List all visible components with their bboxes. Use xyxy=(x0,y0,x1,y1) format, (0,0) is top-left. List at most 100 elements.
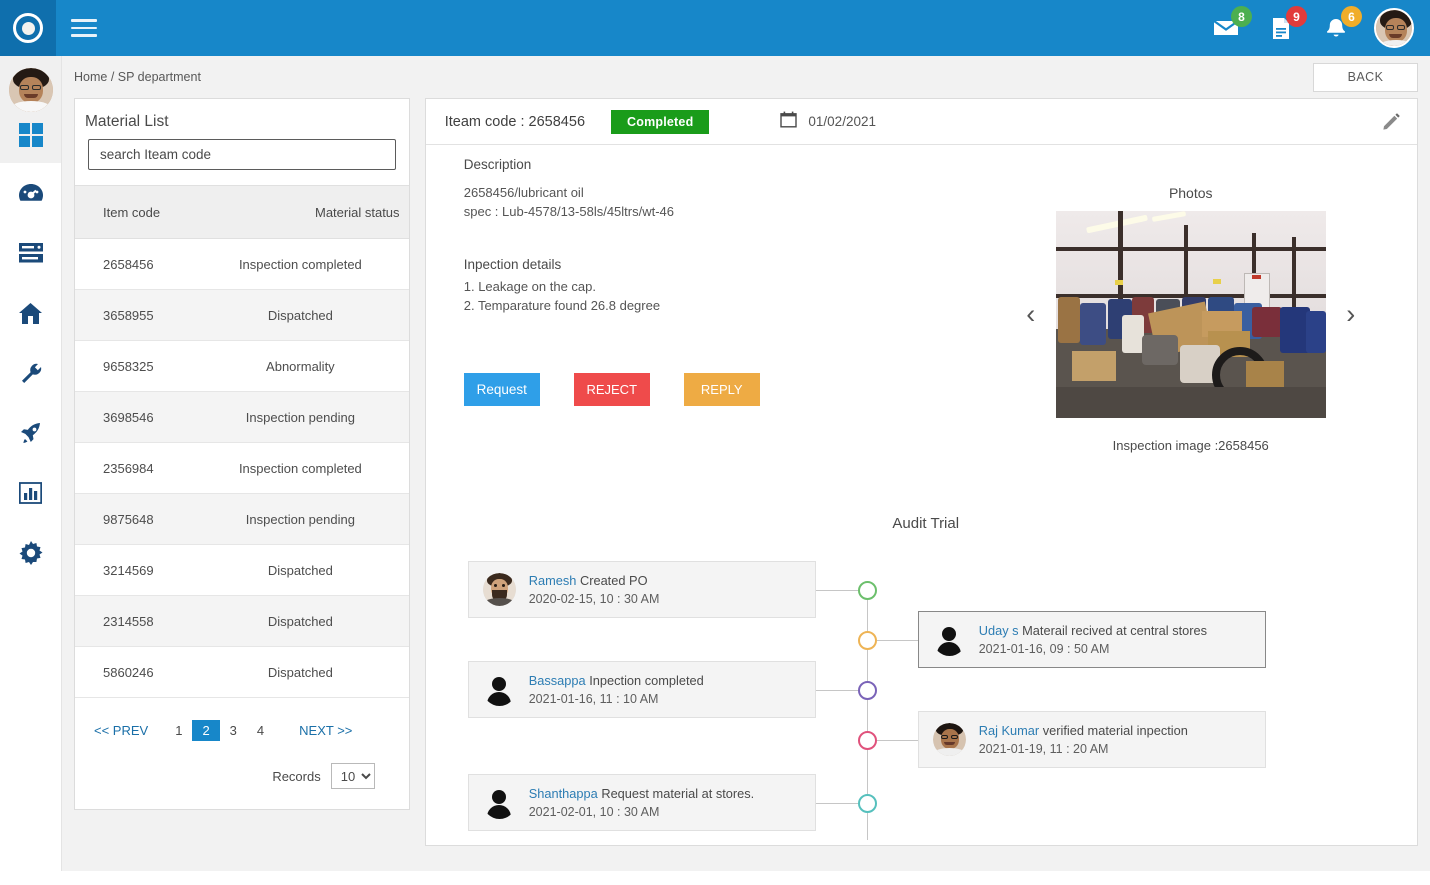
bell-icon[interactable]: 6 xyxy=(1319,6,1362,45)
audit-event-text: Uday s Materail recived at central store… xyxy=(979,622,1207,658)
table-row[interactable]: 3658955 Dispatched xyxy=(75,289,409,341)
back-button[interactable]: BACK xyxy=(1313,62,1418,92)
cell-material-status: Inspection pending xyxy=(205,493,409,545)
audit-event-user[interactable]: Ramesh xyxy=(529,573,577,588)
cell-item-code: 2658456 xyxy=(75,238,205,290)
audit-event-timestamp: 2021-02-01, 10 : 30 AM xyxy=(528,804,660,819)
cell-item-code: 5860246 xyxy=(75,646,205,698)
audit-event-timestamp: 2020-02-15, 10 : 30 AM xyxy=(528,591,660,606)
envelope-icon[interactable]: 8 xyxy=(1209,6,1252,45)
description-title: Description xyxy=(463,157,532,172)
avatar[interactable] xyxy=(1374,8,1414,48)
sidebar-item-server-list[interactable] xyxy=(0,223,61,283)
avatar xyxy=(482,786,516,819)
table-row[interactable]: 2314558 Dispatched xyxy=(75,595,409,647)
detail-item-code: Iteam code : 2658456 xyxy=(444,113,586,130)
audit-event-card[interactable]: Shanthappa Request material at stores. 20… xyxy=(467,774,816,831)
reject-button[interactable]: REJECT xyxy=(573,373,650,406)
bar-chart-icon xyxy=(19,482,42,504)
pagination-page-1[interactable]: 1 xyxy=(165,720,192,741)
reply-button[interactable]: REPLY xyxy=(683,373,760,406)
table-row[interactable]: 9658325 Abnormality xyxy=(75,340,409,392)
audit-event-card[interactable]: Ramesh Created PO 2020-02-15, 10 : 30 AM xyxy=(467,561,816,618)
document-icon[interactable]: 9 xyxy=(1264,6,1307,45)
pagination-page-3[interactable]: 3 xyxy=(220,720,247,741)
photos-title: Photos xyxy=(1168,185,1213,201)
inspection-photo[interactable] xyxy=(1055,211,1326,418)
pagination: << PREV 1234 NEXT >> Records 102550100 xyxy=(75,698,409,809)
avatar xyxy=(482,573,516,606)
pencil-edit-icon[interactable] xyxy=(1379,110,1403,134)
document-badge-count: 9 xyxy=(1286,6,1307,27)
request-button[interactable]: Request xyxy=(463,373,540,406)
chevron-right-icon[interactable]: › xyxy=(1342,301,1360,328)
audit-event-card[interactable]: Raj Kumar verified material inpection 202… xyxy=(917,711,1266,768)
table-row[interactable]: 5860246 Dispatched xyxy=(75,646,409,698)
sidebar-avatar[interactable] xyxy=(8,68,53,112)
audit-event-card[interactable]: Bassappa Inpection completed 2021-01-16, … xyxy=(467,661,816,718)
photo-caption: Inspection image :2658456 xyxy=(1112,438,1269,453)
hamburger-menu-icon[interactable] xyxy=(56,0,112,56)
audit-event-text: Shanthappa Request material at stores. 20… xyxy=(529,785,755,821)
audit-event-user[interactable]: Bassappa xyxy=(529,673,586,688)
chevron-left-icon[interactable]: ‹ xyxy=(1022,301,1040,328)
cell-item-code: 9875648 xyxy=(75,493,205,545)
dashboard-gauge-icon xyxy=(18,182,44,204)
avatar xyxy=(932,723,966,756)
table-row[interactable]: 2658456 Inspection completed xyxy=(75,238,409,290)
audit-event-action: Inpection completed xyxy=(585,672,704,688)
cell-material-status: Dispatched xyxy=(205,595,409,647)
sidebar-item-tools[interactable] xyxy=(0,343,61,403)
cell-material-status: Dispatched xyxy=(205,289,409,341)
sidebar-item-launch[interactable] xyxy=(0,403,61,463)
top-navigation-bar: 8 9 6 xyxy=(0,0,1430,56)
description-line-2: spec : Lub-4578/13-58ls/45ltrs/wt-46 xyxy=(463,204,675,219)
timeline-connector-3 xyxy=(815,690,858,691)
sidebar-item-dashboard[interactable] xyxy=(0,163,61,223)
timeline-node-1 xyxy=(857,581,877,600)
sidebar-item-reports[interactable] xyxy=(0,463,61,523)
envelope-badge-count: 8 xyxy=(1231,6,1252,27)
status-badge: Completed xyxy=(611,109,710,134)
material-detail-panel: Iteam code : 2658456 Completed 01/02/202… xyxy=(424,98,1418,846)
sidebar-item-grid-apps-icon[interactable] xyxy=(18,122,44,153)
table-row[interactable]: 3214569 Dispatched xyxy=(75,544,409,596)
table-row[interactable]: 2356984 Inspection completed xyxy=(75,442,409,494)
pagination-next[interactable]: NEXT >> xyxy=(290,720,361,741)
cell-material-status: Inspection pending xyxy=(205,391,409,443)
column-header-material-status: Material status xyxy=(205,185,409,239)
cell-material-status: Dispatched xyxy=(205,646,409,698)
cell-material-status: Dispatched xyxy=(205,544,409,596)
table-row[interactable]: 3698546 Inspection pending xyxy=(75,391,409,443)
app-logo[interactable] xyxy=(0,0,56,56)
description-block: Description 2658456/lubricant oil spec : … xyxy=(464,157,984,221)
table-header-row: Item code Material status xyxy=(75,185,409,239)
inspection-line-1: 1. Leakage on the cap. xyxy=(463,279,597,294)
audit-event-user[interactable]: Shanthappa xyxy=(529,786,598,801)
audit-event-user[interactable]: Raj Kumar xyxy=(979,723,1039,738)
calendar-icon xyxy=(780,111,798,133)
timeline-connector-5 xyxy=(815,803,858,804)
records-per-page-select[interactable]: 102550100 xyxy=(330,763,375,789)
cell-item-code: 3214569 xyxy=(75,544,205,596)
audit-event-user[interactable]: Uday s xyxy=(979,623,1019,638)
cell-item-code: 3698546 xyxy=(75,391,205,443)
search-input[interactable] xyxy=(88,139,396,170)
material-list-panel: Material List Item code Material status … xyxy=(74,98,410,810)
audit-event-text: Bassappa Inpection completed 2021-01-16, … xyxy=(529,672,704,708)
sidebar-item-settings[interactable] xyxy=(0,523,61,583)
sidebar-item-home[interactable] xyxy=(0,283,61,343)
server-list-icon xyxy=(18,242,44,264)
pagination-page-4[interactable]: 4 xyxy=(247,720,274,741)
audit-trail: Ramesh Created PO 2020-02-15, 10 : 30 AM U… xyxy=(426,545,1426,885)
audit-event-timestamp: 2021-01-16, 09 : 50 AM xyxy=(978,641,1110,656)
audit-event-action: Created PO xyxy=(576,572,648,588)
audit-event-card[interactable]: Uday s Materail recived at central store… xyxy=(917,611,1266,668)
avatar xyxy=(932,623,966,656)
photos-block: Photos ‹ › Inspection image:2658456 xyxy=(991,185,1391,453)
table-row[interactable]: 9875648 Inspection pending xyxy=(75,493,409,545)
pagination-page-2[interactable]: 2 xyxy=(192,720,220,741)
timeline-node-5 xyxy=(857,794,877,813)
pagination-prev[interactable]: << PREV xyxy=(85,720,157,741)
audit-trail-title: Audit Trial xyxy=(892,515,960,532)
